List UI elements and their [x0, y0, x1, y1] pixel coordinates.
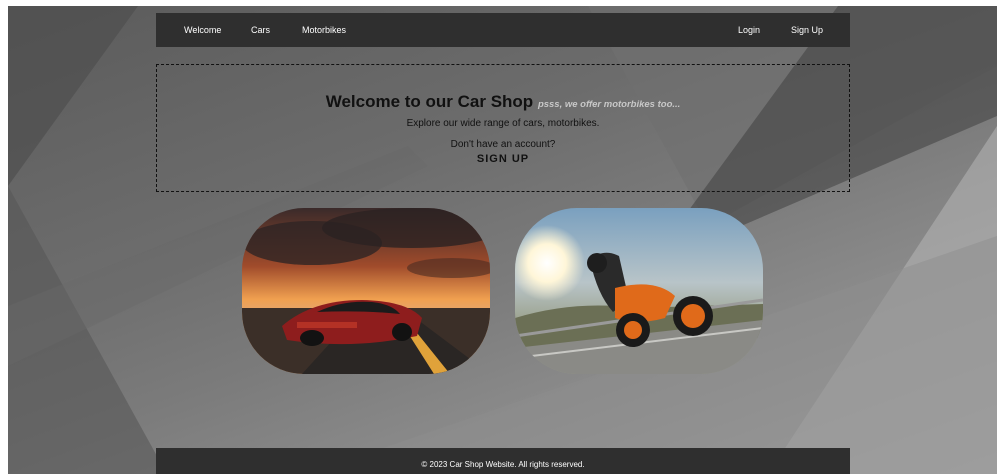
sports-car-image [242, 208, 490, 374]
motorbike-image [515, 208, 763, 374]
hero-subtitle: Explore our wide range of cars, motorbik… [406, 118, 600, 129]
account-prompt: Don't have an account? [450, 139, 556, 150]
motorbike-teaser: psss, we offer motorbikes too... [537, 99, 681, 110]
car-image-card[interactable] [242, 208, 490, 374]
nav-link-motorbikes[interactable]: Motorbikes [302, 25, 346, 35]
nav-link-signup[interactable]: Sign Up [791, 25, 823, 35]
nav-link-welcome[interactable]: Welcome [184, 25, 221, 35]
motorbike-image-card[interactable] [515, 208, 763, 374]
copyright-text: © 2023 Car Shop Website. All rights rese… [421, 460, 585, 469]
welcome-section: Welcome to our Car Shop psss, we offer m… [156, 64, 850, 192]
nav-link-cars[interactable]: Cars [251, 25, 270, 35]
footer: © 2023 Car Shop Website. All rights rese… [156, 448, 850, 474]
nav-link-login[interactable]: Login [738, 25, 760, 35]
hero-title-line: Welcome to our Car Shop psss, we offer m… [157, 92, 849, 112]
page-title: Welcome to our Car Shop [325, 92, 534, 111]
signup-link[interactable]: SIGN UP [157, 153, 849, 165]
navbar: Welcome Cars Motorbikes Login Sign Up [156, 13, 850, 47]
